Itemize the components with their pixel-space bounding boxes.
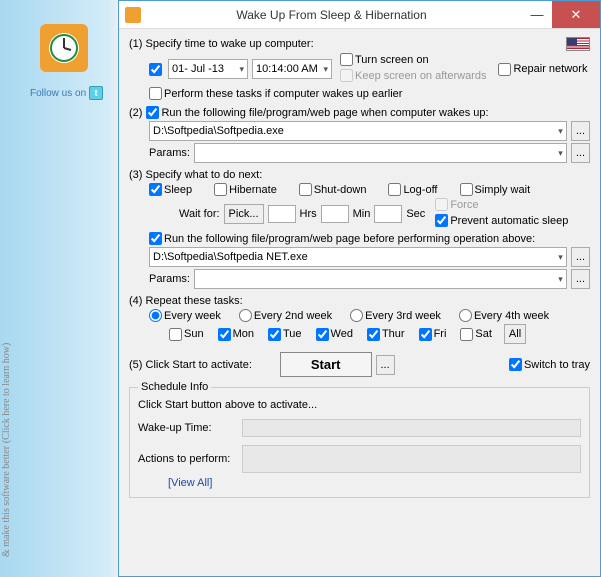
- energy-sub: & make this software better: [1, 446, 12, 557]
- turn-screen-check[interactable]: Turn screen on: [340, 53, 429, 66]
- sun-check[interactable]: Sun: [169, 328, 204, 341]
- keep-screen-check: Keep screen on afterwards: [340, 69, 486, 82]
- force-check: Force: [435, 198, 478, 211]
- week1-radio[interactable]: Every week: [149, 309, 221, 322]
- section2-num: (2): [129, 107, 142, 119]
- date-check[interactable]: [149, 63, 164, 76]
- prevent-sleep-check[interactable]: Prevent automatic sleep: [435, 214, 568, 227]
- hrs-input[interactable]: [268, 205, 296, 223]
- sat-check[interactable]: Sat: [460, 328, 492, 341]
- sec-label: Sec: [406, 208, 425, 220]
- start-button[interactable]: Start: [280, 352, 372, 377]
- window-icon: [125, 7, 141, 23]
- week2-radio[interactable]: Every 2nd week: [239, 309, 332, 322]
- hrs-label: Hrs: [300, 208, 317, 220]
- params1-button[interactable]: ...: [571, 143, 590, 163]
- week4-radio[interactable]: Every 4th week: [459, 309, 549, 322]
- actions-box: [242, 445, 581, 473]
- run-wakeup-check[interactable]: Run the following file/program/web page …: [146, 106, 488, 119]
- actions-label: Actions to perform:: [138, 453, 238, 465]
- before-path-combo[interactable]: D:\Softpedia\Softpedia NET.exe: [149, 247, 567, 267]
- browse-before-button[interactable]: ...: [571, 247, 590, 267]
- schedule-hint: Click Start button above to activate...: [138, 399, 317, 411]
- params2-button[interactable]: ...: [571, 269, 590, 289]
- min-label: Min: [353, 208, 371, 220]
- all-days-button[interactable]: All: [504, 324, 526, 344]
- sec-input[interactable]: [374, 205, 402, 223]
- run-before-check[interactable]: Run the following file/program/web page …: [149, 232, 535, 245]
- wakeup-time-label: Wake-up Time:: [138, 422, 238, 434]
- follow-label: Follow us on: [30, 88, 86, 99]
- fri-check[interactable]: Fri: [419, 328, 447, 341]
- app-logo-icon: [40, 24, 88, 72]
- perform-early-check[interactable]: Perform these tasks if computer wakes up…: [149, 87, 402, 100]
- shutdown-check[interactable]: Shut-down: [299, 183, 367, 196]
- time-picker[interactable]: 10:14:00 AM: [252, 59, 332, 79]
- minimize-button[interactable]: —: [522, 1, 552, 28]
- titlebar: Wake Up From Sleep & Hibernation — ✕: [119, 1, 600, 29]
- wakeup-time-box: [242, 419, 581, 437]
- tue-check[interactable]: Tue: [268, 328, 302, 341]
- energy-banner[interactable]: Let's Save Energy! & make this software …: [0, 343, 12, 557]
- wakeup-path-combo[interactable]: D:\Softpedia\Softpedia.exe: [149, 121, 567, 141]
- switch-tray-check[interactable]: Switch to tray: [509, 358, 590, 371]
- mon-check[interactable]: Mon: [218, 328, 254, 341]
- sleep-check[interactable]: Sleep: [149, 183, 192, 196]
- schedule-legend: Schedule Info: [138, 381, 211, 393]
- date-picker[interactable]: 01- Jul -13: [168, 59, 248, 79]
- min-input[interactable]: [321, 205, 349, 223]
- browse-wakeup-button[interactable]: ...: [571, 121, 590, 141]
- view-all-link[interactable]: [View All]: [168, 477, 212, 489]
- section5-label: (5) Click Start to activate:: [129, 359, 252, 371]
- pick-button[interactable]: Pick...: [224, 204, 264, 224]
- week3-radio[interactable]: Every 3rd week: [350, 309, 441, 322]
- simplywait-check[interactable]: Simply wait: [460, 183, 531, 196]
- start-options-button[interactable]: ...: [376, 355, 395, 375]
- twitter-icon: t: [89, 86, 103, 100]
- section1-label: (1) Specify time to wake up computer:: [129, 38, 314, 50]
- window-title: Wake Up From Sleep & Hibernation: [141, 8, 522, 22]
- wed-check[interactable]: Wed: [316, 328, 353, 341]
- flag-icon[interactable]: [566, 37, 590, 51]
- section4-label: (4) Repeat these tasks:: [129, 295, 243, 307]
- waitfor-label: Wait for:: [179, 208, 220, 220]
- follow-us-link[interactable]: Follow us on t: [30, 86, 103, 100]
- params1-label: Params:: [149, 147, 190, 159]
- schedule-fieldset: Schedule Info Click Start button above t…: [129, 381, 590, 498]
- params2-label: Params:: [149, 273, 190, 285]
- section3-label: (3) Specify what to do next:: [129, 169, 262, 181]
- thu-check[interactable]: Thur: [367, 328, 405, 341]
- main-window: Wake Up From Sleep & Hibernation — ✕ (1)…: [118, 0, 601, 577]
- energy-click: (Click here to learn how): [1, 343, 12, 444]
- params1-combo[interactable]: [194, 143, 567, 163]
- logoff-check[interactable]: Log-off: [388, 183, 437, 196]
- close-button[interactable]: ✕: [552, 1, 600, 28]
- params2-combo[interactable]: [194, 269, 567, 289]
- repair-network-check[interactable]: Repair network: [498, 63, 587, 76]
- hibernate-check[interactable]: Hibernate: [214, 183, 277, 196]
